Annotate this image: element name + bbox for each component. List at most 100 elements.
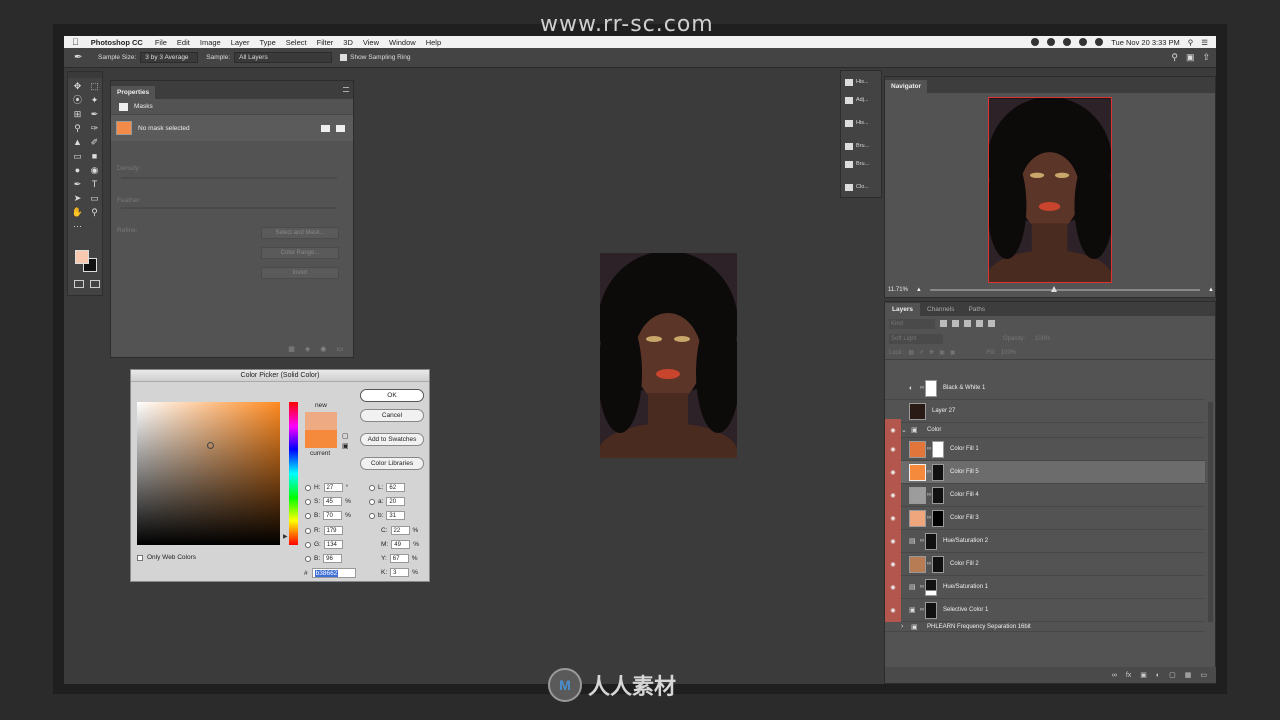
eye-icon[interactable]: ◉ (885, 552, 901, 576)
menu-type[interactable]: Type (259, 38, 275, 47)
layer-group-row[interactable]: › ▣ PHLEARN Frequency Separation 16bit (885, 622, 1205, 632)
visibility-toggle[interactable] (885, 377, 901, 400)
new-group-icon[interactable]: ▢ (1169, 671, 1176, 679)
eye-icon[interactable]: ◉ (885, 575, 901, 599)
stamp-tool-icon[interactable]: ▲ (69, 137, 86, 148)
eyedropper-icon[interactable]: ✒ (74, 52, 88, 64)
layer-name[interactable]: Hue/Saturation 1 (943, 584, 988, 590)
quick-mask-icon[interactable] (74, 280, 84, 288)
add-mask-icon[interactable]: ▣ (1140, 671, 1147, 679)
zoom-slider-knob[interactable] (1051, 286, 1058, 292)
layer-row[interactable]: ◉ ▤ ∞ Hue/Saturation 1 (885, 575, 1205, 599)
foreground-color-swatch[interactable] (75, 250, 89, 264)
blend-mode-dropdown[interactable]: Soft Light (889, 333, 943, 344)
history-panel-button[interactable]: His... (841, 75, 881, 89)
show-ring-checkbox[interactable] (340, 54, 348, 61)
layer-row[interactable]: ◉ ∞ Color Fill 2 (885, 552, 1205, 576)
hand-tool-icon[interactable]: ✋ (69, 207, 86, 218)
color-libraries-button[interactable]: Color Libraries (360, 457, 424, 470)
layer-mask-thumb[interactable] (925, 601, 937, 619)
layer-name[interactable]: Color Fill 4 (950, 492, 979, 498)
current-color-swatch[interactable] (305, 430, 337, 448)
filter-shape-icon[interactable] (976, 320, 983, 327)
hue-slider[interactable] (289, 402, 298, 545)
eye-icon[interactable]: ◉ (885, 483, 901, 507)
trash-icon[interactable]: ▭ (1200, 671, 1207, 679)
hex-input[interactable]: b38662 (311, 568, 356, 578)
lasso-tool-icon[interactable]: ⦿ (69, 95, 86, 106)
cancel-button[interactable]: Cancel (360, 409, 424, 422)
k-input[interactable]: 3 (390, 568, 410, 577)
lock-pixels-icon[interactable]: ▦ (908, 349, 914, 356)
layer-name[interactable]: Hue/Saturation 2 (943, 538, 988, 544)
dodge-tool-icon[interactable]: ◉ (86, 165, 103, 176)
menu-window[interactable]: Window (389, 38, 416, 47)
visibility-toggle[interactable] (885, 622, 901, 631)
m-input[interactable]: 49 (391, 540, 411, 549)
layer-mask-thumb[interactable] (932, 486, 944, 504)
menu-filter[interactable]: Filter (317, 38, 334, 47)
g-input[interactable]: 134 (323, 540, 343, 549)
workspace-icon[interactable]: ▣ (1186, 52, 1195, 63)
layer-name[interactable]: Selective Color 1 (943, 607, 988, 613)
layer-row-selected[interactable]: ◉ ∞ Color Fill 5 (885, 460, 1205, 484)
eraser-tool-icon[interactable]: ▭ (69, 151, 86, 162)
blue-radio[interactable] (305, 555, 311, 562)
layer-group-row[interactable]: ◉ ⌄ ▣ Color (885, 418, 1205, 442)
layer-mask-thumb[interactable] (925, 578, 937, 596)
add-pixel-mask-icon[interactable] (321, 124, 330, 132)
color-fill-thumb[interactable] (909, 555, 926, 573)
menubar-clock[interactable]: Tue Nov 20 3:33 PM (1111, 38, 1180, 47)
gradient-tool-icon[interactable]: ■ (86, 151, 103, 162)
navigator-thumbnail[interactable] (988, 97, 1112, 283)
add-to-swatches-button[interactable]: Add to Swatches (360, 433, 424, 446)
h-input[interactable]: 27 (323, 483, 343, 492)
s-radio[interactable] (305, 498, 311, 505)
zoom-in-icon[interactable]: ▲ (1208, 287, 1214, 293)
filter-kind-dropdown[interactable]: Kind (889, 318, 935, 329)
crop-tool-icon[interactable]: ⊞ (69, 109, 86, 120)
new-layer-icon[interactable]: ▦ (1185, 671, 1192, 679)
filter-adjustment-icon[interactable] (952, 320, 959, 327)
layer-mask-thumb[interactable] (932, 509, 944, 527)
eye-icon[interactable]: ◉ (885, 437, 901, 461)
adjustments-panel-button[interactable]: Adj... (841, 93, 881, 107)
layer-row[interactable]: ◐ ∞ Black & White 1 (885, 377, 1205, 400)
brush-panel-button[interactable]: Bru... (841, 139, 881, 153)
load-selection-icon[interactable]: ▦ (288, 345, 295, 353)
history-brush-icon[interactable]: ✐ (86, 137, 103, 148)
layer-mask-thumb[interactable] (925, 379, 937, 397)
new-adjustment-icon[interactable]: ◐ (1156, 672, 1160, 679)
menu-file[interactable]: File (155, 38, 167, 47)
layer-row[interactable]: ◉ ∞ Color Fill 1 (885, 437, 1205, 461)
filter-smart-icon[interactable] (988, 320, 995, 327)
tab-navigator[interactable]: Navigator (885, 80, 927, 93)
color-fill-thumb[interactable] (909, 463, 926, 481)
color-fill-thumb[interactable] (909, 486, 926, 504)
hue-slider-arrow[interactable]: ▶ (283, 533, 288, 540)
chevron-right-icon[interactable]: › (901, 623, 911, 630)
layer-row[interactable]: ◉ ∞ Color Fill 3 (885, 506, 1205, 530)
wifi-icon[interactable] (1095, 38, 1104, 46)
opacity-value[interactable]: 100% (1035, 336, 1050, 342)
apply-mask-icon[interactable]: ◈ (305, 345, 310, 353)
type-tool-icon[interactable]: T (86, 179, 103, 190)
lock-all-icon[interactable]: ▣ (950, 349, 956, 356)
menu-edit[interactable]: Edit (177, 38, 190, 47)
edit-toolbar-icon[interactable]: ⋯ (69, 221, 86, 232)
creative-cloud-icon[interactable] (1031, 38, 1040, 46)
spotlight-icon[interactable]: ⚲ (1188, 38, 1194, 47)
sample-dropdown[interactable]: All Layers (234, 52, 333, 63)
layer-name[interactable]: Layer 27 (932, 408, 955, 414)
layer-mask-thumb[interactable] (932, 463, 944, 481)
document-canvas-image[interactable] (600, 253, 737, 458)
link-layers-icon[interactable]: ∞ (1112, 672, 1117, 679)
select-and-mask-button[interactable]: Select and Mask... (261, 227, 339, 239)
lock-position-icon[interactable]: ✥ (929, 349, 934, 356)
menu-view[interactable]: View (363, 38, 379, 47)
add-vector-mask-icon[interactable] (336, 124, 345, 132)
apple-icon[interactable]:  (72, 37, 79, 47)
layer-name[interactable]: Color Fill 3 (950, 515, 979, 521)
layer-row[interactable]: ◉ ▤ ∞ Hue/Saturation 2 (885, 529, 1205, 553)
move-tool-icon[interactable]: ✥ (69, 81, 86, 92)
